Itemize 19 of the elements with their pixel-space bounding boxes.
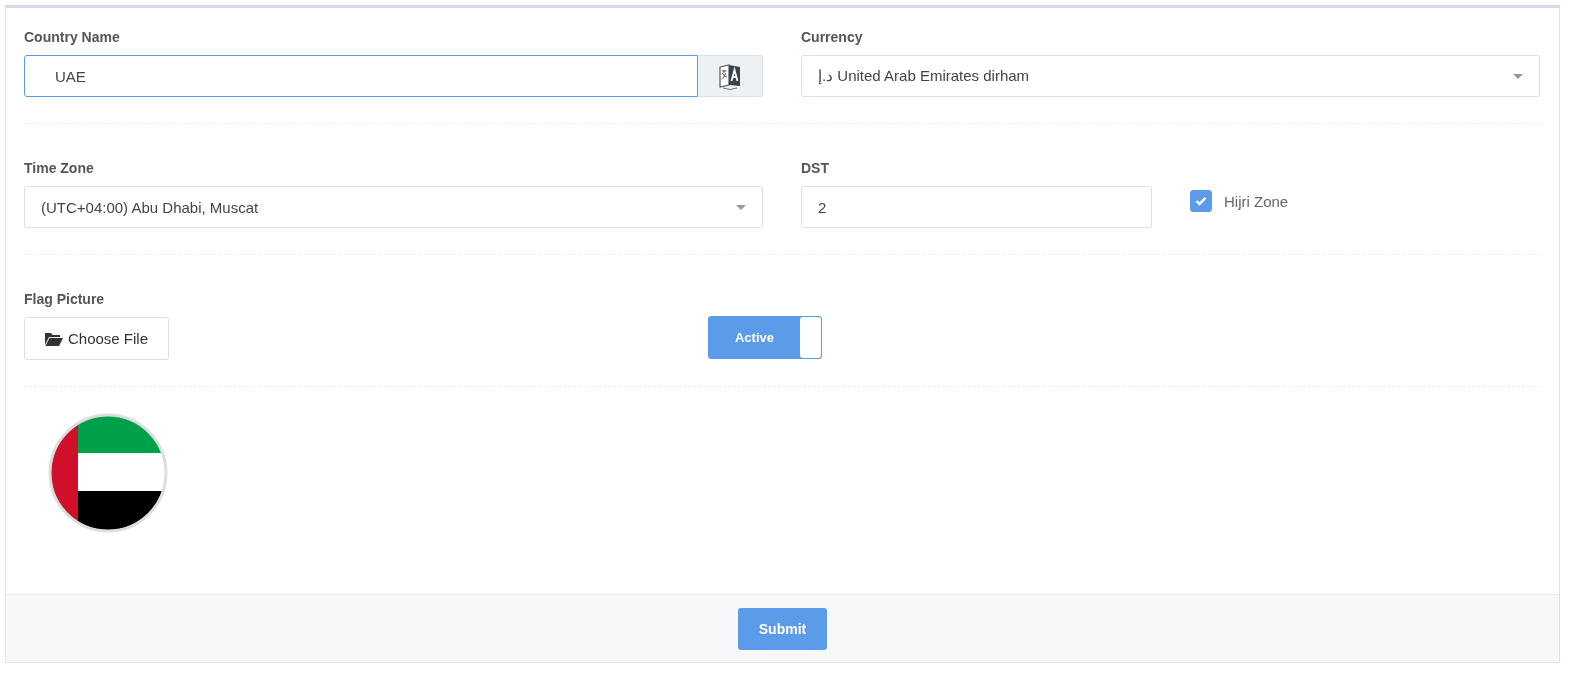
choose-file-button[interactable]: Choose File [24, 317, 170, 360]
translate-icon [718, 62, 742, 90]
field-label: Flag Picture [24, 291, 106, 307]
hijri-zone-checkbox[interactable] [1190, 190, 1212, 212]
time-zone-dropdown[interactable]: (UTC+04:00) Abu Dhabi, Muscat [24, 186, 763, 228]
caret-icon [1513, 73, 1523, 79]
flag-icon [48, 413, 168, 533]
field-label: Country Name [24, 29, 121, 45]
field-label: Currency [801, 29, 864, 45]
folder-icon [45, 331, 63, 346]
field-label: Time Zone [24, 160, 95, 176]
dst-field[interactable]: 2 [801, 186, 1152, 228]
checkbox-label: Hijri Zone [1224, 192, 1289, 210]
check-icon [1195, 196, 1207, 206]
country-name-field[interactable]: UAE [24, 55, 698, 97]
caret-icon [736, 204, 746, 210]
field-label: DST [801, 160, 830, 176]
translate-button[interactable] [698, 55, 763, 97]
currency-dropdown[interactable]: د.إ United Arab Emirates dirham [801, 55, 1540, 97]
